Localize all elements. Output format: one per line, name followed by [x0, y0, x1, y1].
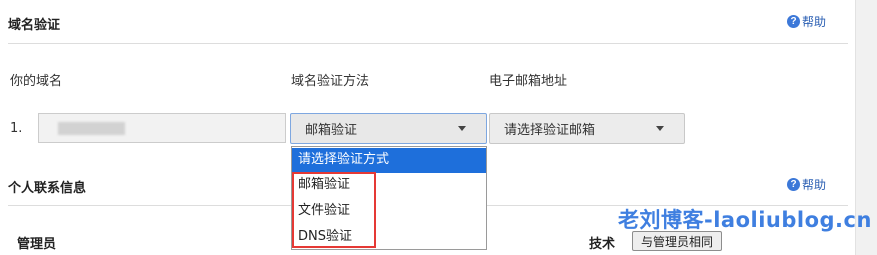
redacted-domain — [58, 122, 125, 135]
domain-verification-title: 域名验证 — [8, 18, 61, 33]
dropdown-option-dns[interactable]: DNS验证 — [292, 225, 486, 249]
watermark: 老刘博客-laoliublog.cn — [618, 208, 872, 232]
help-link-domain[interactable]: ? 帮助 — [787, 13, 826, 30]
dropdown-option-file[interactable]: 文件验证 — [292, 199, 486, 223]
verification-method-value: 邮箱验证 — [305, 123, 358, 138]
verification-email-select[interactable]: 请选择验证邮箱 — [489, 113, 685, 144]
chevron-down-icon — [656, 126, 664, 131]
dropdown-option-email[interactable]: 邮箱验证 — [292, 173, 486, 197]
verification-method-dropdown: 请选择验证方式 邮箱验证 文件验证 DNS验证 — [291, 146, 487, 250]
help-label: 帮助 — [802, 15, 827, 29]
verification-email-value: 请选择验证邮箱 — [504, 123, 596, 138]
help-icon: ? — [787, 15, 800, 28]
tech-label: 技术 — [589, 237, 616, 252]
contact-info-title: 个人联系信息 — [8, 181, 87, 196]
help-link-contact[interactable]: ? 帮助 — [787, 176, 826, 193]
column-label-email: 电子邮箱地址 — [489, 74, 568, 89]
column-label-method: 域名验证方法 — [291, 74, 370, 89]
domain-verification-page: 域名验证 ? 帮助 你的域名 域名验证方法 电子邮箱地址 1. 邮箱验证 请选择… — [0, 0, 877, 255]
help-label: 帮助 — [802, 178, 827, 192]
verification-method-select[interactable]: 邮箱验证 — [290, 113, 487, 144]
help-icon: ? — [787, 178, 800, 191]
row-number: 1. — [10, 121, 23, 136]
domain-field[interactable] — [38, 113, 286, 143]
column-label-domain: 你的域名 — [10, 74, 63, 89]
same-as-admin-button[interactable]: 与管理员相同 — [632, 231, 722, 251]
divider — [8, 43, 848, 44]
dropdown-option-placeholder[interactable]: 请选择验证方式 — [292, 148, 486, 173]
admin-label: 管理员 — [17, 237, 57, 252]
chevron-down-icon — [458, 126, 466, 131]
